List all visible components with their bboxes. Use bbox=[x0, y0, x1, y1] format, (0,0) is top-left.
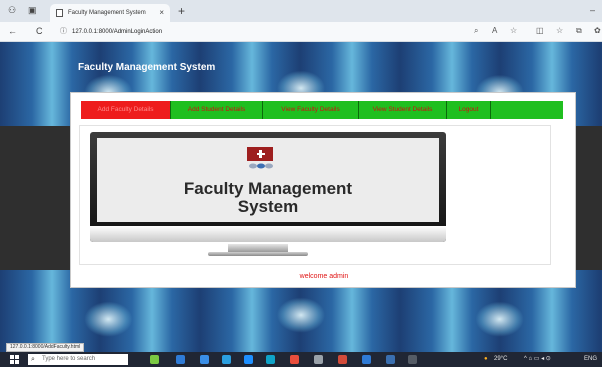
browser-tab[interactable]: Faculty Management System × bbox=[50, 4, 170, 22]
extensions-icon[interactable]: ✿ bbox=[594, 27, 601, 35]
url-field[interactable]: ⓘ 127.0.0.1:8000/AdminLoginAction bbox=[60, 25, 470, 39]
tray-icons[interactable]: ^ ⌂ ▭ ◂ ⊙ bbox=[524, 354, 551, 365]
language-indicator[interactable]: ENG bbox=[584, 354, 597, 365]
page-viewport: Faculty Management System Add Faculty De… bbox=[0, 42, 602, 352]
page-icon bbox=[56, 9, 63, 17]
site-info-icon[interactable]: ⓘ bbox=[60, 25, 67, 39]
faculty-logo-icon bbox=[247, 147, 273, 169]
menu-item[interactable]: Add Faculty Details bbox=[81, 101, 171, 119]
widget-icon[interactable] bbox=[150, 355, 159, 364]
app-icon[interactable] bbox=[314, 355, 323, 364]
weather-icon[interactable]: ● bbox=[484, 354, 488, 365]
back-button[interactable]: ← bbox=[8, 27, 17, 36]
site-title: Faculty Management System bbox=[78, 62, 216, 73]
monitor-base bbox=[208, 252, 308, 256]
minimize-icon[interactable]: – bbox=[590, 6, 595, 15]
store-icon[interactable] bbox=[222, 355, 231, 364]
search-icon[interactable]: ⌕ bbox=[474, 27, 478, 35]
split-screen-icon[interactable]: ◫ bbox=[536, 27, 544, 35]
menu-item[interactable]: View Student Details bbox=[359, 101, 447, 119]
collections-icon[interactable]: ⧉ bbox=[576, 27, 582, 35]
taskbar-search[interactable]: ⌕ Type here to search bbox=[28, 354, 128, 365]
browser-tab-strip: ⚇ ▣ Faculty Management System × + – bbox=[0, 0, 602, 22]
edge-icon[interactable] bbox=[266, 355, 275, 364]
workspaces-icon[interactable]: ▣ bbox=[28, 6, 37, 15]
search-placeholder: Type here to search bbox=[42, 356, 96, 362]
monitor-screen: Faculty Management System bbox=[97, 138, 439, 222]
temperature[interactable]: 29°C bbox=[494, 354, 507, 365]
app-icon[interactable] bbox=[386, 355, 395, 364]
favorite-icon[interactable]: ☆ bbox=[510, 27, 517, 35]
mail-icon[interactable] bbox=[244, 355, 253, 364]
windows-start-icon[interactable] bbox=[10, 355, 19, 364]
chrome-icon[interactable] bbox=[290, 355, 299, 364]
explorer-icon[interactable] bbox=[200, 355, 209, 364]
tab-title: Faculty Management System bbox=[68, 10, 146, 16]
screen-title: Faculty Management System bbox=[97, 180, 439, 216]
welcome-message: welcome admin bbox=[299, 273, 349, 280]
search-icon: ⌕ bbox=[31, 356, 35, 363]
app-icon[interactable] bbox=[408, 355, 417, 364]
monitor-illustration: Faculty Management System bbox=[90, 132, 446, 242]
new-tab-button[interactable]: + bbox=[178, 5, 185, 17]
monitor-stand bbox=[228, 244, 288, 252]
tab-close-icon[interactable]: × bbox=[159, 4, 164, 22]
refresh-button[interactable]: C bbox=[36, 27, 43, 36]
read-aloud-icon[interactable]: A bbox=[492, 27, 497, 35]
monitor-chin bbox=[90, 226, 446, 242]
main-panel: Add Faculty Details Add Student Details Vi… bbox=[70, 92, 576, 288]
content-box: Faculty Management System bbox=[79, 125, 551, 265]
menu-item[interactable]: Add Student Details bbox=[171, 101, 263, 119]
menu-item[interactable]: Logout bbox=[447, 101, 491, 119]
screen-title-line1: Faculty Management bbox=[183, 179, 353, 198]
screen-title-line2: System bbox=[237, 197, 299, 216]
address-bar: ← C ⓘ 127.0.0.1:8000/AdminLoginAction ⌕ … bbox=[0, 22, 602, 42]
taskbar: ⌕ Type here to search ● 29°C ^ ⌂ ▭ ◂ ⊙ E… bbox=[0, 352, 602, 367]
favorites-icon[interactable]: ☆ bbox=[556, 27, 563, 35]
profile-icon[interactable]: ⚇ bbox=[8, 6, 16, 15]
url-text: 127.0.0.1:8000/AdminLoginAction bbox=[72, 29, 163, 35]
app-icon[interactable] bbox=[338, 355, 347, 364]
status-bar-url: 127.0.0.1:8000/AddFaculty.html bbox=[6, 343, 85, 352]
nav-menu: Add Faculty Details Add Student Details Vi… bbox=[81, 101, 563, 119]
menu-item[interactable]: View Faculty Details bbox=[263, 101, 359, 119]
app-icon[interactable] bbox=[362, 355, 371, 364]
task-view-icon[interactable] bbox=[176, 355, 185, 364]
